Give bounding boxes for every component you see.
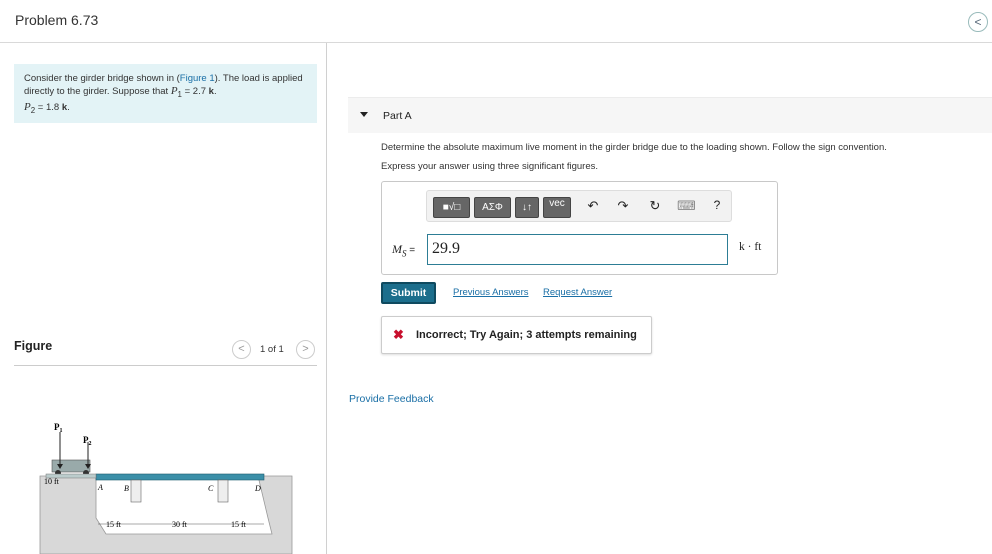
answer-box: ■√□ ΑΣΦ ↓↑ vec ↶ ↷ ↻ ⌨ ? MS = 29.9 k · f… [381,181,778,275]
figure-header: Figure < 1 of 1 > [14,338,317,366]
incorrect-x-icon: ✖ [393,327,404,342]
dim-3-label: 15 ft [231,520,247,529]
vec-button[interactable]: vec [543,197,571,218]
previous-answers-link[interactable]: Previous Answers [453,287,529,298]
problem-title: Problem 6.73 [15,12,99,28]
problem-statement: Consider the girder bridge shown in (Fig… [14,64,317,123]
dim-2-label: 30 ft [172,520,188,529]
dim-1-label: 15 ft [106,520,122,529]
figure-link[interactable]: Figure 1 [180,73,215,84]
question-text: Determine the absolute maximum live mome… [381,142,887,153]
answer-label: MS = [392,242,416,259]
greek-button[interactable]: ΑΣΦ [474,197,511,218]
submit-button[interactable]: Submit [381,282,436,304]
part-a-label: Part A [383,110,412,122]
answer-units: k · ft [739,241,762,253]
part-a-header[interactable]: Part A [348,97,992,133]
problem-header: Problem 6.73 < [0,0,992,43]
girder-bridge-figure[interactable]: P1 P2 10 ft A B C D 15 ft 30 ft 15 ft [36,418,296,554]
math-toolbar: ■√□ ΑΣΦ ↓↑ vec ↶ ↷ ↻ ⌨ ? [426,190,732,222]
result-feedback: ✖ Incorrect; Try Again; 3 attempts remai… [381,316,652,354]
point-a-label: A [97,483,103,492]
redo-icon[interactable]: ↷ [615,198,631,214]
reset-icon[interactable]: ↻ [647,198,663,214]
arrows-button[interactable]: ↓↑ [515,197,539,218]
keyboard-icon[interactable]: ⌨ [677,198,696,214]
figure-next-button[interactable]: > [296,340,315,359]
answer-input[interactable]: 29.9 [427,234,728,265]
load-p2-label: P2 [83,435,92,447]
bridge-diagram: P1 P2 10 ft A B C D 15 ft 30 ft 15 ft [39,422,293,554]
collapse-nav-button[interactable]: < [968,12,988,32]
point-b-label: B [124,484,129,493]
help-icon[interactable]: ? [709,198,725,212]
panel-divider [326,43,327,554]
figure-prev-button[interactable]: < [232,340,251,359]
templates-button[interactable]: ■√□ [433,197,470,218]
load-p1-label: P1 [54,422,63,434]
point-c-label: C [208,484,214,493]
girder-beam [95,473,265,481]
figure-pager: 1 of 1 [260,344,284,355]
dim-left-label: 10 ft [44,477,60,486]
request-answer-link[interactable]: Request Answer [543,287,612,298]
express-instruction: Express your answer using three signific… [381,161,599,172]
result-message: Incorrect; Try Again; 3 attempts remaini… [416,329,637,341]
figure-label: Figure [14,339,53,353]
provide-feedback-link[interactable]: Provide Feedback [349,393,434,405]
point-d-label: D [254,484,261,493]
undo-icon[interactable]: ↶ [585,198,601,214]
collapse-triangle-icon[interactable] [360,112,368,117]
